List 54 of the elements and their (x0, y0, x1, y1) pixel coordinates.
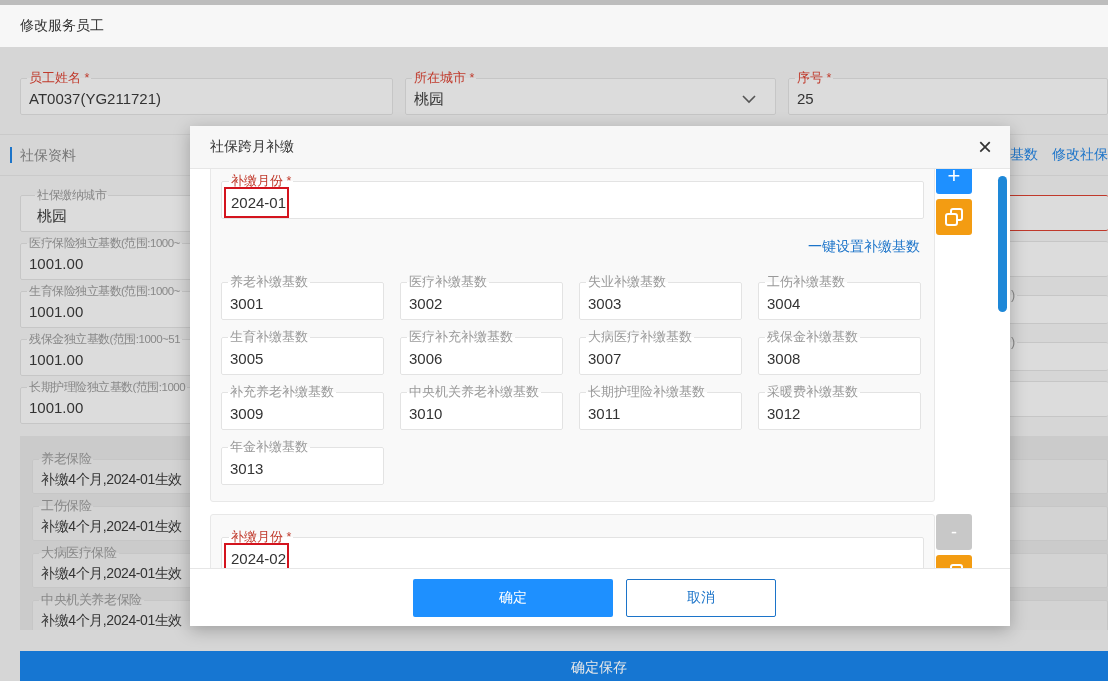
cancel-button[interactable]: 取消 (625, 578, 776, 617)
field-label: 采暖费补缴基数 (766, 384, 859, 400)
field-label: 医疗补充补缴基数 (408, 329, 514, 345)
input-field[interactable]: 医疗补缴基数 3002 (400, 274, 563, 320)
field-label: 医疗补缴基数 (408, 274, 488, 290)
field-label: 工伤保险 (40, 498, 93, 514)
input-field[interactable]: 年金补缴基数 3013 (221, 439, 384, 485)
field-label: 社保缴纳城市 (36, 188, 108, 203)
input-field[interactable]: 序号 * 25 (788, 70, 1108, 115)
set-base-link[interactable]: 一键设置补缴基数 (808, 238, 920, 256)
field-label: 员工姓名 * (28, 70, 91, 86)
field-label: 大病医疗补缴基数 (587, 329, 693, 345)
input-field[interactable]: 医疗补充补缴基数 3006 (400, 329, 563, 375)
input-field[interactable]: 残保金补缴基数 3008 (758, 329, 921, 375)
input-field[interactable]: 采暖费补缴基数 3012 (758, 384, 921, 430)
field-label: 长期护理险独立基数(范围:1000 (28, 380, 187, 395)
field-label: 所在城市 * (413, 70, 476, 86)
field-label: 中央机关养老保险 (40, 592, 143, 608)
field-label: 生育补缴基数 (229, 329, 309, 345)
field-label: 长期护理险补缴基数 (587, 384, 706, 400)
input-field[interactable]: 补缴月份 * 2024-02 (221, 529, 924, 568)
field-label: 序号 * (796, 70, 833, 86)
field-label: 补缴月份 * (230, 529, 293, 545)
input-field[interactable]: 失业补缴基数 3003 (579, 274, 742, 320)
section-title: 社保资料 (10, 147, 76, 163)
page-title: 修改服务员工 (20, 17, 104, 35)
field-label: 残保金补缴基数 (766, 329, 859, 345)
select-field[interactable]: 所在城市 * 桃园 (405, 70, 776, 115)
field-label: 失业补缴基数 (587, 274, 667, 290)
field-label: 养老保险 (40, 451, 93, 467)
input-field[interactable]: 中央机关养老补缴基数 3010 (400, 384, 563, 430)
field-label: 生育保险独立基数(范围:1000~ (28, 283, 181, 299)
input-field[interactable]: 大病医疗补缴基数 3007 (579, 329, 742, 375)
field-label: 工伤补缴基数 (766, 274, 846, 290)
field-label: 医疗保险独立基数(范围:1000~ (28, 236, 181, 251)
field-label: 年金补缴基数 (229, 439, 309, 455)
input-field[interactable]: 补缴月份 * 2024-01 (221, 173, 924, 219)
save-button[interactable]: 确定保存 (20, 651, 1108, 681)
field-label: 大病医疗保险 (40, 545, 118, 561)
input-field[interactable]: 长期护理险补缴基数 3011 (579, 384, 742, 430)
input-field[interactable]: 员工姓名 * AT0037(YG211721) (20, 70, 393, 115)
input-field[interactable]: 养老补缴基数 3001 (221, 274, 384, 320)
field-label: 补充养老补缴基数 (229, 384, 335, 400)
field-label: 养老补缴基数 (229, 274, 309, 290)
input-field[interactable]: 生育补缴基数 3005 (221, 329, 384, 375)
input-field[interactable]: 工伤补缴基数 3004 (758, 274, 921, 320)
field-label: ) (1010, 287, 1017, 303)
field-label: 补缴月份 * (230, 173, 293, 189)
dialog-title: 社保跨月补缴 (210, 138, 295, 156)
close-button[interactable]: × (974, 135, 996, 159)
field-label: 残保金独立基数(范围:1000~51 (28, 332, 182, 347)
field-label: 中央机关养老补缴基数 (408, 384, 540, 400)
field-label: ) (1010, 334, 1017, 350)
input-field[interactable]: 补充养老补缴基数 3009 (221, 384, 384, 430)
